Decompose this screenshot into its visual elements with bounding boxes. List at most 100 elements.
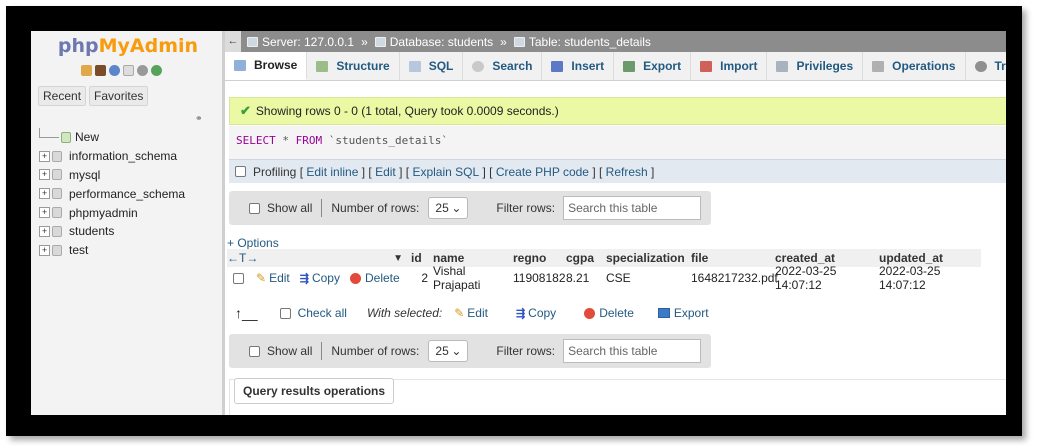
tree-item-test[interactable]: + test (39, 241, 185, 260)
rows-select[interactable]: 25 ⌄ (428, 340, 469, 362)
cell-specialization[interactable]: CSE (606, 271, 691, 285)
bulk-delete-button[interactable]: Delete (584, 306, 634, 320)
tab-label: Search (492, 59, 533, 73)
breadcrumb-database[interactable]: Database: students (374, 35, 493, 49)
tree-item-new[interactable]: New (39, 128, 185, 147)
row-copy-link[interactable]: ⇶ Copy (300, 271, 340, 285)
column-header-cgpa[interactable]: cgpa (566, 251, 606, 265)
expand-icon[interactable]: + (39, 207, 50, 219)
tab-import[interactable]: Import (691, 52, 768, 80)
edit-query-link[interactable]: Edit (375, 165, 396, 179)
filter-rows-input[interactable]: Search this table (563, 339, 702, 363)
breadcrumb-server[interactable]: Server: 127.0.0.1 (247, 35, 354, 49)
column-header-specialization[interactable]: specialization (606, 251, 691, 265)
navigation-bar-top: Show all Number of rows: 25 ⌄ Filter rows… (229, 191, 711, 225)
tab-favorites[interactable]: Favorites (89, 86, 149, 106)
settings-gear-icon[interactable] (137, 65, 148, 76)
cell-regno[interactable]: 11908182 (513, 271, 566, 285)
header-actions: ←T→ ▼ (227, 251, 411, 265)
column-header-id[interactable]: id (411, 251, 433, 265)
column-header-created-at[interactable]: created_at (775, 251, 879, 265)
tab-recent[interactable]: Recent (38, 86, 87, 106)
link-with-main-icon[interactable]: ⚭ (195, 113, 203, 124)
logout-icon[interactable] (95, 65, 106, 76)
tab-insert[interactable]: Insert (542, 52, 615, 80)
tree-item-students[interactable]: + students (39, 222, 185, 241)
reload-icon[interactable] (151, 65, 162, 76)
tab-operations[interactable]: Operations (863, 52, 966, 80)
collapse-arrow-icon[interactable]: ← (225, 31, 241, 52)
tab-tracking[interactable]: Tracking (966, 52, 1006, 80)
expand-icon[interactable]: + (39, 150, 50, 162)
import-icon (700, 60, 713, 72)
tab-export[interactable]: Export (614, 52, 692, 80)
cell-file[interactable]: 1648217232.pdf (691, 271, 778, 285)
profiling-label: Profiling (253, 164, 297, 179)
tree-item-information-schema[interactable]: + information_schema (39, 147, 185, 166)
breadcrumb-table[interactable]: Table: students_details (513, 34, 651, 49)
explain-sql-link[interactable]: Explain SQL (412, 165, 479, 179)
breadcrumb-table-label: Table: students_details (528, 34, 651, 49)
row-checkbox[interactable] (233, 272, 244, 284)
cell-created-at[interactable]: 2022-03-25 14:07:12 (775, 264, 879, 292)
tree-label: information_schema (69, 149, 178, 164)
phpmyadmin-logo[interactable]: phpMyAdmin (31, 35, 225, 57)
create-php-link[interactable]: Create PHP code (496, 165, 589, 179)
sort-dropdown-icon[interactable]: ▼ (393, 253, 403, 264)
expand-icon[interactable]: + (39, 244, 50, 256)
help-icon[interactable] (109, 65, 120, 76)
delete-icon (349, 272, 361, 284)
tab-search[interactable]: Search (463, 52, 543, 80)
bulk-export-button[interactable]: Export (657, 306, 709, 320)
tab-structure[interactable]: Structure (307, 52, 400, 80)
query-results-operations-title[interactable]: Query results operations (234, 378, 395, 404)
row-actions: ✎ Edit ⇶ Copy Delete (227, 271, 411, 285)
expand-icon[interactable]: + (39, 188, 50, 200)
copy-icon: ⇶ (299, 272, 309, 285)
column-header-name[interactable]: name (433, 251, 513, 265)
bulk-edit-label: Edit (467, 306, 488, 320)
copy-icon: ⇶ (515, 307, 526, 320)
filter-rows-input[interactable]: Search this table (563, 196, 702, 220)
rows-label: Number of rows: (331, 344, 420, 358)
sql-keyword-select: SELECT (236, 134, 276, 147)
profiling-checkbox[interactable] (235, 166, 246, 177)
row-edit-link[interactable]: ✎ Edit (256, 271, 290, 285)
eye-icon (974, 60, 987, 72)
tree-item-mysql[interactable]: + mysql (39, 166, 185, 185)
column-header-file[interactable]: file (691, 251, 775, 265)
column-arrows-icon[interactable]: ←T→ (227, 251, 258, 265)
tab-browse[interactable]: Browse (225, 52, 308, 80)
column-header-updated-at[interactable]: updated_at (879, 251, 981, 265)
show-all-checkbox[interactable] (249, 202, 260, 214)
expand-icon[interactable]: + (39, 225, 50, 237)
options-link[interactable]: + Options (227, 236, 279, 250)
home-icon[interactable] (81, 65, 92, 76)
refresh-link[interactable]: Refresh (606, 165, 648, 179)
check-all-link[interactable]: Check all (298, 306, 347, 320)
sql-keyword-from: FROM (295, 134, 323, 147)
pencil-icon: ✎ (454, 306, 465, 320)
docs-icon[interactable] (123, 65, 134, 76)
check-all-checkbox[interactable] (279, 307, 291, 319)
cell-updated-at[interactable]: 2022-03-25 14:07:12 (879, 264, 981, 292)
show-all-checkbox[interactable] (249, 345, 260, 357)
row-delete-link[interactable]: Delete (349, 271, 400, 285)
server-icon (247, 36, 258, 47)
cell-name[interactable]: Vishal Prajapati (433, 264, 513, 292)
tree-item-phpmyadmin[interactable]: + phpmyadmin (39, 203, 185, 222)
checkmark-icon: ✔ (240, 103, 251, 118)
rows-select[interactable]: 25 ⌄ (428, 197, 469, 219)
tab-sql[interactable]: SQL (400, 52, 464, 80)
divider (321, 199, 323, 217)
bulk-copy-button[interactable]: ⇶ Copy (516, 306, 556, 320)
column-header-regno[interactable]: regno (513, 251, 566, 265)
expand-icon[interactable]: + (39, 169, 50, 181)
edit-inline-link[interactable]: Edit inline (306, 165, 358, 179)
tree-item-performance-schema[interactable]: + performance_schema (39, 184, 185, 203)
tab-privileges[interactable]: Privileges (767, 52, 864, 80)
cell-cgpa[interactable]: 8.21 (566, 271, 606, 285)
tree-label: students (69, 224, 115, 239)
bulk-edit-button[interactable]: ✎ Edit (454, 306, 488, 320)
cell-id[interactable]: 2 (411, 271, 433, 285)
